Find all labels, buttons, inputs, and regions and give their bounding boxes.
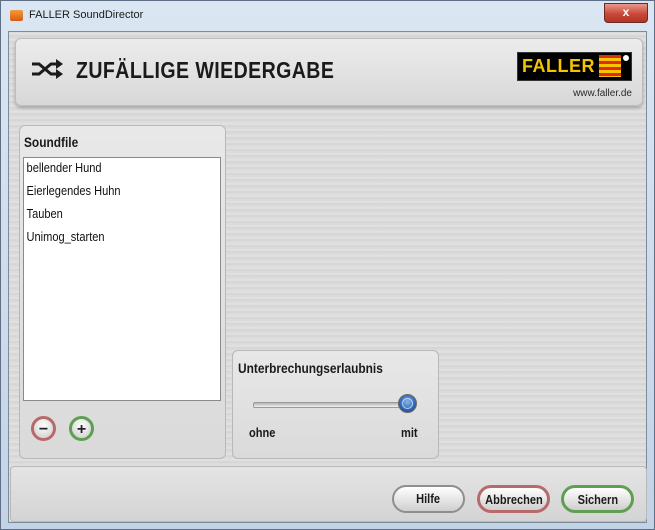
header-bar: ZUFÄLLIGE WIEDERGABE FALLER www.faller.d… [15, 38, 643, 106]
footer-bar: Hilfe Abbrechen Sichern [10, 466, 647, 522]
window-title: FALLER SoundDirector [29, 9, 144, 21]
app-icon [10, 10, 23, 21]
logo-text: FALLER [522, 56, 595, 76]
soundfile-label: Soundfile [24, 134, 79, 150]
soundfile-list[interactable]: bellender Hund Eierlegendes Huhn Tauben … [23, 157, 221, 401]
list-item[interactable]: bellender Hund [24, 158, 191, 181]
app-window: FALLER SoundDirector x ZUFÄLLIGE WIEDERG… [0, 0, 655, 530]
save-button[interactable]: Sichern [561, 485, 634, 513]
shuffle-icon [32, 59, 63, 79]
help-button-label: Hilfe [416, 491, 441, 506]
list-item[interactable]: Tauben [24, 204, 191, 227]
add-soundfile-button[interactable]: + [69, 416, 94, 441]
thumb-ring [401, 398, 413, 409]
slider-max-label: mit [401, 425, 418, 440]
slider-min-label: ohne [249, 425, 276, 440]
website-label: www.faller.de [573, 88, 632, 99]
cancel-button[interactable]: Abbrechen [477, 485, 550, 513]
remove-soundfile-button[interactable]: − [31, 416, 56, 441]
cancel-button-label: Abbrechen [485, 492, 543, 507]
page-title: ZUFÄLLIGE WIEDERGABE [76, 57, 335, 83]
faller-logo: FALLER [517, 52, 632, 81]
help-button[interactable]: Hilfe [392, 485, 465, 513]
interruption-panel: Unterbrechungserlaubnis ohne mit [232, 350, 439, 459]
interruption-slider-thumb[interactable] [397, 394, 417, 413]
list-item[interactable]: Eierlegendes Huhn [24, 181, 191, 204]
interruption-slider-track[interactable] [253, 402, 409, 408]
client-area: ZUFÄLLIGE WIEDERGABE FALLER www.faller.d… [8, 31, 647, 523]
soundfile-panel: Soundfile bellender Hund Eierlegendes Hu… [19, 125, 226, 459]
close-button[interactable]: x [604, 3, 648, 23]
registered-mark-icon [623, 55, 629, 61]
title-bar[interactable]: FALLER SoundDirector x [1, 1, 654, 31]
save-button-label: Sichern [577, 492, 618, 507]
list-item[interactable]: Unimog_starten [24, 227, 191, 250]
interruption-label: Unterbrechungserlaubnis [238, 360, 383, 376]
logo-stripes [599, 55, 621, 77]
